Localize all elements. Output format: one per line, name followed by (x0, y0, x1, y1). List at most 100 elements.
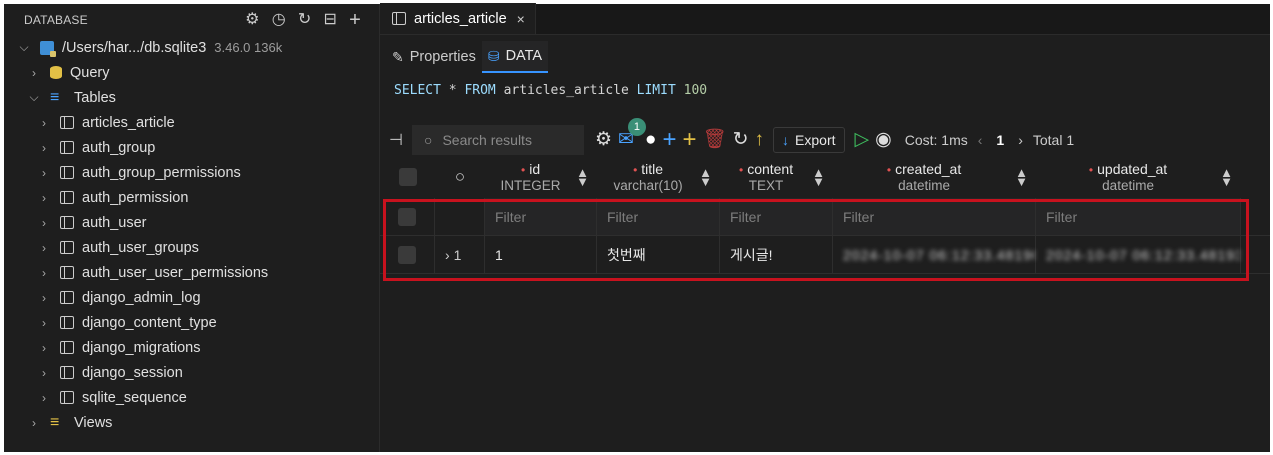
chevron-right-icon[interactable]: › (38, 391, 50, 405)
play-icon[interactable]: ▷ (855, 130, 870, 150)
tables-node[interactable]: ⌵ ≡ Tables (4, 85, 379, 110)
refresh-icon[interactable]: ↻ (733, 130, 749, 150)
add-row-icon[interactable]: + (662, 128, 676, 152)
chevron-down-icon[interactable]: ⌵ (28, 90, 40, 105)
settings-icon[interactable]: ⚙ (595, 130, 612, 150)
table-item[interactable]: › django_migrations (4, 335, 379, 360)
table-item[interactable]: › django_session (4, 360, 379, 385)
settings-icon[interactable]: ⚙ (245, 11, 260, 28)
refresh-icon[interactable]: ↻ (298, 11, 312, 28)
sort-icon[interactable]: ▲ ▼ (812, 166, 825, 188)
chevron-right-icon[interactable]: › (38, 216, 50, 230)
column-header-content[interactable]: • content TEXT ▲ ▼ (720, 156, 833, 198)
mail-icon[interactable]: ✉ 1 (618, 118, 646, 150)
tab-articles-article[interactable]: articles_article × (380, 3, 536, 34)
column-name: content (747, 160, 794, 177)
search-box[interactable]: ○ (412, 125, 584, 155)
sql-keyword: FROM (464, 83, 496, 98)
table-item[interactable]: › auth_user_user_permissions (4, 260, 379, 285)
editor-tabbar: articles_article × (380, 3, 1270, 35)
next-page-icon[interactable]: › (1018, 132, 1023, 148)
table-item[interactable]: › auth_user_groups (4, 235, 379, 260)
table-row[interactable]: › 1 1 첫번째 게시글! 2024-10-07 06:12:33.481902… (380, 236, 1270, 274)
current-page[interactable]: 1 (996, 132, 1004, 148)
tab-data[interactable]: ⛁ DATA (481, 41, 549, 73)
table-item-label: django_migrations (82, 339, 201, 356)
table-item[interactable]: › sqlite_sequence (4, 385, 379, 410)
trash-icon[interactable]: 🗑 (702, 130, 726, 150)
history-icon[interactable]: ◷ (272, 11, 286, 28)
chevron-right-icon[interactable]: › (38, 341, 50, 355)
column-header-text: • id INTEGER (485, 160, 576, 193)
table-item-label: auth_user_groups (82, 239, 199, 256)
database-icon: ⛁ (487, 47, 500, 64)
row-expander[interactable]: › 1 (435, 236, 485, 273)
chevron-right-icon[interactable]: › (28, 66, 40, 80)
tab-data-label: DATA (505, 48, 543, 64)
database-sidebar: DATABASE ⚙ ◷ ↻ ⊟ + ⌵ /Users/har.../db.sq… (4, 4, 380, 452)
column-header-created-at[interactable]: • created_at datetime ▲ ▼ (833, 156, 1036, 198)
column-header-id[interactable]: • id INTEGER ▲ ▼ (485, 156, 597, 198)
cell-title[interactable]: 첫번째 (597, 236, 720, 273)
filter-checkbox[interactable] (398, 207, 416, 226)
github-icon[interactable]: ● (645, 130, 656, 150)
chevron-right-icon[interactable]: › (38, 141, 50, 155)
sort-icon[interactable]: ▲ ▼ (1015, 166, 1028, 188)
close-icon[interactable]: × (517, 11, 525, 27)
chevron-right-icon[interactable]: › (38, 241, 50, 255)
table-item[interactable]: › auth_user (4, 210, 379, 235)
table-item[interactable]: › articles_article (4, 110, 379, 135)
chevron-right-icon[interactable]: › (38, 266, 50, 280)
collapse-all-icon[interactable]: ⊟ (324, 11, 338, 28)
chevron-down-icon[interactable]: ⌵ (18, 40, 30, 55)
table-item[interactable]: › django_admin_log (4, 285, 379, 310)
tab-properties[interactable]: ✎ Properties (386, 41, 482, 73)
chevron-right-icon[interactable]: › (38, 316, 50, 330)
cell-updated-at[interactable]: 2024-10-07 06:12:33.481934 (1036, 236, 1241, 273)
table-item[interactable]: › auth_group (4, 135, 379, 160)
chevron-right-icon[interactable]: › (38, 366, 50, 380)
column-header-title[interactable]: • title varchar(10) ▲ ▼ (597, 156, 720, 198)
views-node[interactable]: › ≡ Views (4, 410, 379, 435)
filter-created-at[interactable]: Filter (833, 198, 1036, 235)
filter-id[interactable]: Filter (485, 198, 597, 235)
column-header-text: • title varchar(10) (597, 161, 699, 193)
pin-icon[interactable]: ⊣ (380, 130, 412, 150)
table-icon (60, 191, 74, 204)
search-input[interactable] (442, 132, 573, 148)
connection-path: /Users/har.../db.sqlite3 (62, 39, 207, 56)
filter-title[interactable]: Filter (597, 198, 720, 235)
query-node[interactable]: › Query (4, 60, 379, 85)
column-search-icon[interactable]: ○ (435, 156, 485, 198)
export-button[interactable]: ↓ Export (773, 127, 845, 153)
sort-icon[interactable]: ▲ ▼ (699, 166, 712, 188)
row-checkbox[interactable] (398, 245, 416, 264)
sort-icon[interactable]: ▲ ▼ (576, 166, 589, 188)
chevron-right-icon[interactable]: › (28, 416, 40, 430)
chevron-right-icon[interactable]: › (38, 191, 50, 205)
cell-content[interactable]: 게시글! (720, 236, 833, 273)
select-all-checkbox[interactable] (398, 168, 417, 186)
query-database-icon (50, 66, 62, 79)
column-header-updated-at[interactable]: • updated_at datetime ▲ ▼ (1036, 156, 1241, 198)
cell-id[interactable]: 1 (485, 236, 597, 273)
chevron-right-icon[interactable]: › (38, 116, 50, 130)
upload-icon[interactable]: ↑ (755, 130, 765, 150)
chevron-right-icon[interactable]: › (38, 291, 50, 305)
table-item[interactable]: › auth_permission (4, 185, 379, 210)
eye-icon[interactable]: ◉ (875, 130, 892, 150)
add-connection-icon[interactable]: + (349, 10, 361, 30)
table-item[interactable]: › auth_group_permissions (4, 160, 379, 185)
table-item[interactable]: › django_content_type (4, 310, 379, 335)
sql-query[interactable]: SELECT * FROM articles_article LIMIT 100 (394, 83, 707, 98)
filter-content[interactable]: Filter (720, 198, 833, 235)
prev-page-icon[interactable]: ‹ (978, 132, 983, 148)
insert-icon[interactable]: + (682, 128, 696, 152)
sort-icon[interactable]: ▲ ▼ (1220, 166, 1233, 188)
column-name: id (529, 160, 541, 177)
chevron-right-icon[interactable]: › (38, 166, 50, 180)
filter-updated-at[interactable]: Filter (1036, 198, 1241, 235)
connection-node[interactable]: ⌵ /Users/har.../db.sqlite3 3.46.0 136k (4, 35, 379, 60)
cell-created-at[interactable]: 2024-10-07 06:12:33.481902 (833, 236, 1036, 273)
connection-meta: 3.46.0 136k (214, 40, 283, 55)
